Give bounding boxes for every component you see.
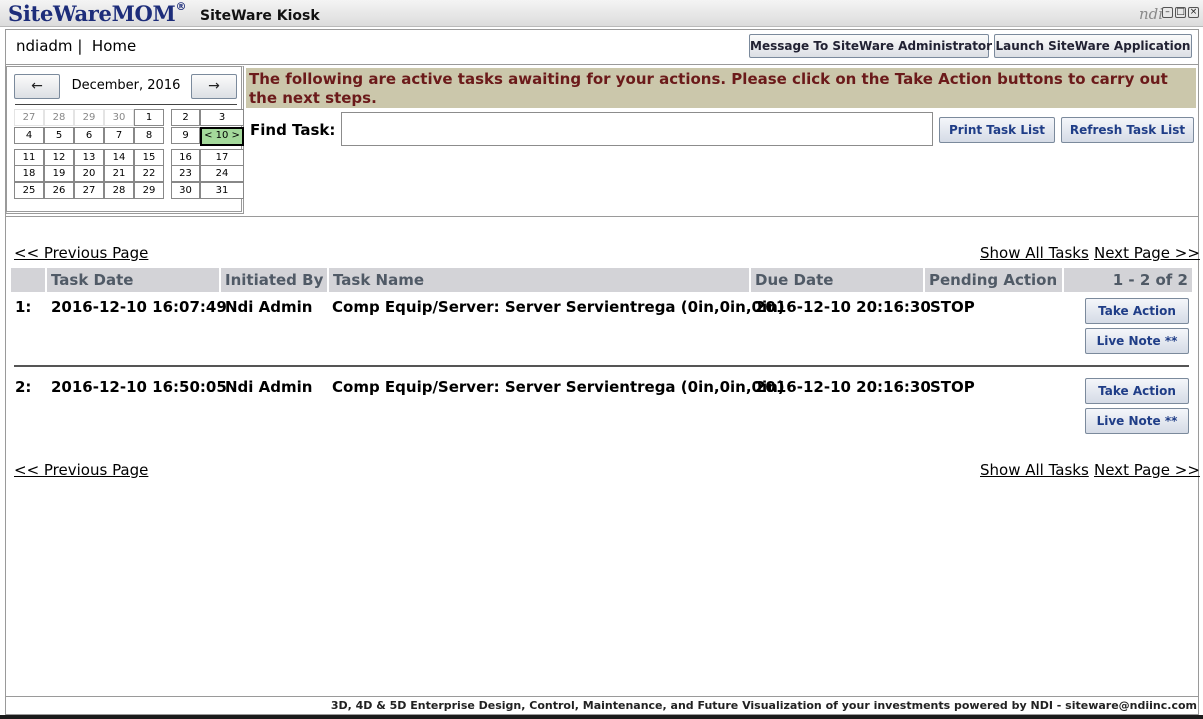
calendar-day[interactable]: 29 <box>74 109 104 126</box>
calendar-month: December, 2016 <box>71 78 181 93</box>
row-number: 2: <box>15 378 32 396</box>
kiosk-window: SiteWareMOM® SiteWare Kiosk ndi – □ × nd… <box>0 0 1203 719</box>
calendar: ← December, 2016 → 27 28 29 30 1 2 3 4 5 6 7 8 9 < 10… <box>6 66 244 214</box>
find-task-label: Find Task: <box>250 121 336 139</box>
column-header-task-date: Task Date <box>47 268 219 292</box>
calendar-day[interactable]: 27 <box>14 109 44 126</box>
next-page-link-bottom[interactable]: Next Page >> <box>1094 461 1200 479</box>
result-range: 1 - 2 of 2 <box>1064 268 1192 292</box>
window-controls: – □ × <box>1162 7 1199 18</box>
calendar-day[interactable]: 26 <box>44 182 74 199</box>
next-page-link[interactable]: Next Page >> <box>1094 244 1200 262</box>
breadcrumb-separator: | <box>77 37 83 55</box>
calendar-day[interactable]: 12 <box>44 149 74 166</box>
calendar-day[interactable]: 13 <box>74 149 104 166</box>
close-icon[interactable]: × <box>1188 7 1199 18</box>
maximize-icon[interactable]: □ <box>1175 7 1186 18</box>
header-divider <box>6 64 1198 65</box>
calendar-day[interactable]: 20 <box>74 165 104 182</box>
calendar-day[interactable]: 4 <box>14 127 44 144</box>
calendar-day[interactable]: 6 <box>74 127 104 144</box>
find-task-input[interactable] <box>341 112 933 146</box>
calendar-day[interactable]: 18 <box>14 165 44 182</box>
calendar-day[interactable]: 9 <box>171 127 200 144</box>
calendar-next-button[interactable]: → <box>191 74 237 99</box>
calendar-day[interactable]: 21 <box>104 165 134 182</box>
task-date: 2016-12-10 16:50:05 <box>51 378 227 396</box>
due-date: 2016-12-10 20:16:30 <box>755 378 931 396</box>
row-divider <box>14 365 1189 367</box>
initiated-by: Ndi Admin <box>225 298 313 316</box>
column-header-initiated-by: Initiated By <box>221 268 327 292</box>
ndi-brand-mark: ndi <box>1138 5 1163 23</box>
live-note-button[interactable]: Live Note ** <box>1085 328 1189 354</box>
calendar-day-selected[interactable]: < 10 > <box>200 127 244 146</box>
calendar-day[interactable]: 29 <box>134 182 164 199</box>
section-divider <box>6 216 1198 217</box>
initiated-by: Ndi Admin <box>225 378 313 396</box>
column-header-due-date: Due Date <box>751 268 923 292</box>
calendar-day[interactable]: 11 <box>14 149 44 166</box>
calendar-divider <box>15 104 237 105</box>
footer-divider <box>6 696 1198 697</box>
footer-text: 3D, 4D & 5D Enterprise Design, Control, … <box>330 699 1197 712</box>
show-all-tasks-link[interactable]: Show All Tasks <box>980 244 1089 262</box>
calendar-day[interactable]: 5 <box>44 127 74 144</box>
pending-action: STOP <box>930 298 975 316</box>
app-title: SiteWare Kiosk <box>200 8 320 24</box>
calendar-day[interactable]: 17 <box>200 149 244 166</box>
username: ndiadm <box>16 37 73 55</box>
print-task-list-button[interactable]: Print Task List <box>939 117 1055 143</box>
calendar-day[interactable]: 16 <box>171 149 200 166</box>
calendar-day[interactable]: 1 <box>134 109 164 126</box>
calendar-day[interactable]: 28 <box>104 182 134 199</box>
calendar-day[interactable]: 30 <box>104 109 134 126</box>
calendar-day[interactable]: 24 <box>200 165 244 182</box>
show-all-tasks-link-bottom[interactable]: Show All Tasks <box>980 461 1089 479</box>
message-admin-button[interactable]: Message To SiteWare Administrator <box>749 34 992 58</box>
refresh-task-list-button[interactable]: Refresh Task List <box>1061 117 1194 143</box>
calendar-day[interactable]: 31 <box>200 182 244 199</box>
calendar-day[interactable]: 27 <box>74 182 104 199</box>
live-note-button[interactable]: Live Note ** <box>1085 408 1189 434</box>
task-name: Comp Equip/Server: Server Servientrega (… <box>332 298 785 316</box>
registered-mark: ® <box>175 0 187 13</box>
calendar-day[interactable]: 28 <box>44 109 74 126</box>
task-date: 2016-12-10 16:07:49 <box>51 298 227 316</box>
calendar-day[interactable]: 2 <box>171 109 200 126</box>
calendar-day[interactable]: 25 <box>14 182 44 199</box>
calendar-day[interactable]: 30 <box>171 182 200 199</box>
column-header-index <box>11 268 45 292</box>
logo-text: SiteWareMOM <box>8 1 176 26</box>
take-action-button[interactable]: Take Action <box>1085 378 1189 404</box>
minimize-icon[interactable]: – <box>1162 7 1173 18</box>
instruction-banner: The following are active tasks awaiting … <box>246 68 1196 108</box>
taskbar-strip <box>0 715 1203 719</box>
column-header-task-name: Task Name <box>329 268 749 292</box>
take-action-button[interactable]: Take Action <box>1085 298 1189 324</box>
column-header-pending-action: Pending Action <box>925 268 1062 292</box>
user-breadcrumb: ndiadm | Home <box>16 37 136 55</box>
calendar-day[interactable]: 15 <box>134 149 164 166</box>
calendar-day[interactable]: 14 <box>104 149 134 166</box>
sitewaremom-logo: SiteWareMOM® <box>8 0 187 26</box>
page-title: Home <box>91 37 137 55</box>
calendar-day[interactable]: 8 <box>134 127 164 144</box>
task-name: Comp Equip/Server: Server Servientrega (… <box>332 378 785 396</box>
due-date: 2016-12-10 20:16:30 <box>755 298 931 316</box>
calendar-day[interactable]: 3 <box>200 109 244 126</box>
calendar-day[interactable]: 7 <box>104 127 134 144</box>
previous-page-link-bottom[interactable]: << Previous Page <box>14 461 148 479</box>
calendar-prev-button[interactable]: ← <box>14 74 60 99</box>
calendar-day[interactable]: 19 <box>44 165 74 182</box>
pending-action: STOP <box>930 378 975 396</box>
launch-siteware-button[interactable]: Launch SiteWare Application <box>994 34 1192 58</box>
calendar-day[interactable]: 23 <box>171 165 200 182</box>
row-number: 1: <box>15 298 32 316</box>
previous-page-link[interactable]: << Previous Page <box>14 244 148 262</box>
title-bar: SiteWareMOM® SiteWare Kiosk ndi – □ × <box>0 0 1203 27</box>
calendar-day[interactable]: 22 <box>134 165 164 182</box>
